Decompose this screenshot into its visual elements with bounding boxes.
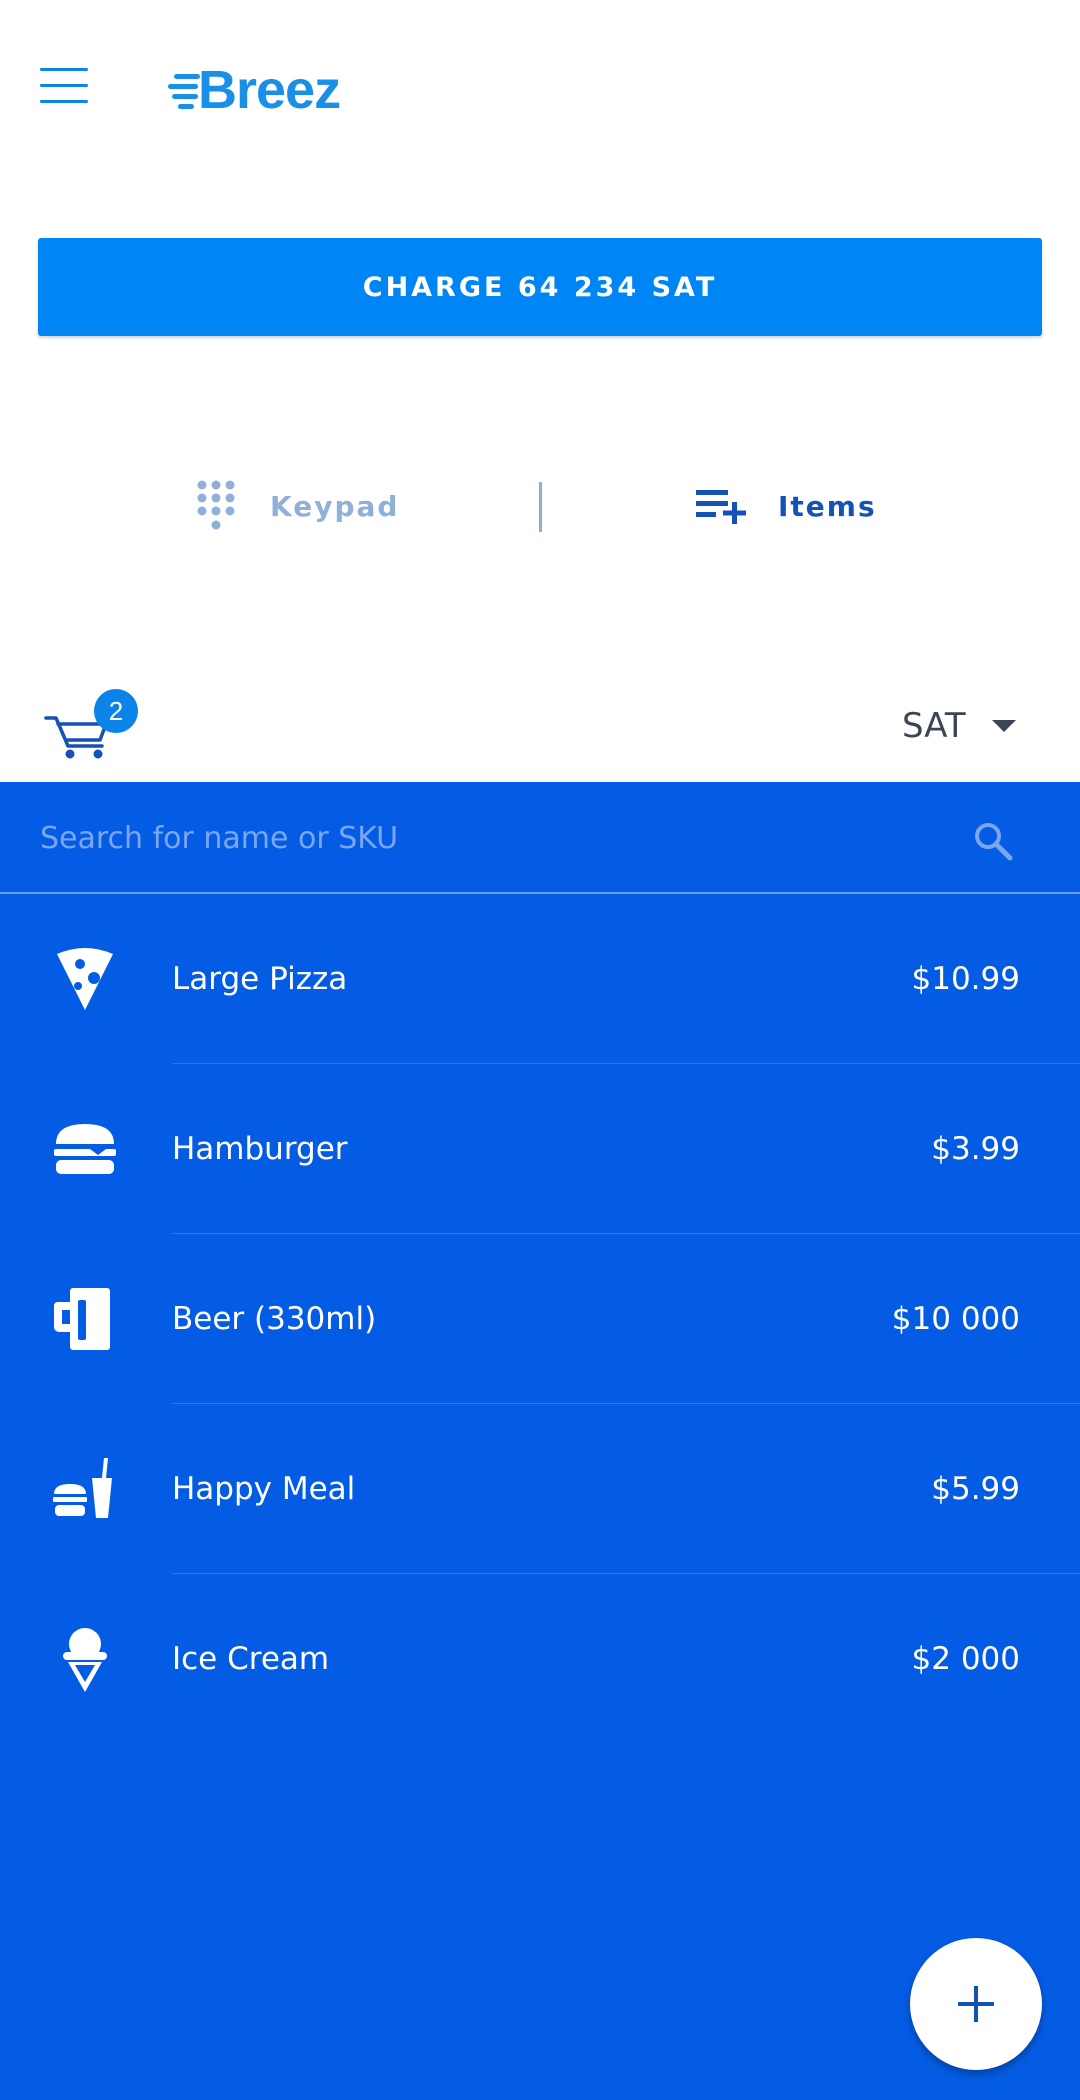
currency-selector[interactable]: SAT — [902, 700, 1016, 752]
item-name: Beer (330ml) — [172, 1301, 377, 1337]
item-price: $10 000 — [891, 1301, 1020, 1337]
item-name: Ice Cream — [172, 1641, 330, 1677]
tab-items-label: Items — [778, 489, 877, 523]
list-item[interactable]: Large Pizza $10.99 — [0, 894, 1080, 1064]
pizza-icon — [57, 948, 113, 1010]
hamburger-menu-icon[interactable] — [40, 66, 94, 106]
search-bar — [0, 782, 1080, 894]
hamburger-icon — [54, 1124, 116, 1174]
tab-keypad-label: Keypad — [270, 489, 400, 523]
playlist-add-icon — [696, 490, 746, 524]
charge-button-label: CHARGE 64 234 SAT — [362, 271, 718, 303]
app-header: Breez CHARGE 64 234 SAT Keypad Items 2 S… — [0, 0, 1080, 782]
logo-text: Breez — [198, 60, 341, 120]
mode-tabs: Keypad Items — [0, 470, 1080, 542]
search-input[interactable] — [38, 806, 938, 870]
happy-meal-icon — [53, 1458, 112, 1518]
tab-items[interactable]: Items — [696, 470, 877, 542]
breez-logo: Breez — [168, 60, 341, 120]
list-item[interactable]: Beer (330ml) $10 000 — [0, 1234, 1080, 1404]
list-item[interactable]: Happy Meal $5.99 — [0, 1404, 1080, 1574]
item-price: $10.99 — [911, 961, 1020, 997]
item-price: $5.99 — [931, 1471, 1020, 1507]
currency-selected-value: SAT — [902, 706, 966, 746]
caret-down-icon — [991, 720, 1016, 732]
search-icon[interactable] — [972, 820, 1014, 862]
list-item[interactable]: Hamburger $3.99 — [0, 1064, 1080, 1234]
item-price: $3.99 — [931, 1131, 1020, 1167]
item-name: Happy Meal — [172, 1471, 356, 1507]
item-name: Large Pizza — [172, 961, 348, 997]
item-price: $2 000 — [911, 1641, 1020, 1677]
add-item-button[interactable] — [910, 1938, 1042, 2070]
tab-divider — [539, 482, 542, 532]
dialpad-icon — [197, 480, 235, 530]
plus-icon — [958, 1986, 994, 2022]
item-name: Hamburger — [172, 1131, 348, 1167]
cart-count-badge: 2 — [94, 689, 138, 733]
ice-cream-icon — [63, 1628, 107, 1692]
beer-mug-icon — [54, 1288, 110, 1350]
tab-keypad[interactable]: Keypad — [196, 470, 399, 542]
list-item[interactable]: Ice Cream $2 000 — [0, 1574, 1080, 1744]
items-panel: Large Pizza $10.99 Hamburger $3.99 Beer … — [0, 782, 1080, 2100]
charge-button[interactable]: CHARGE 64 234 SAT — [38, 238, 1042, 336]
